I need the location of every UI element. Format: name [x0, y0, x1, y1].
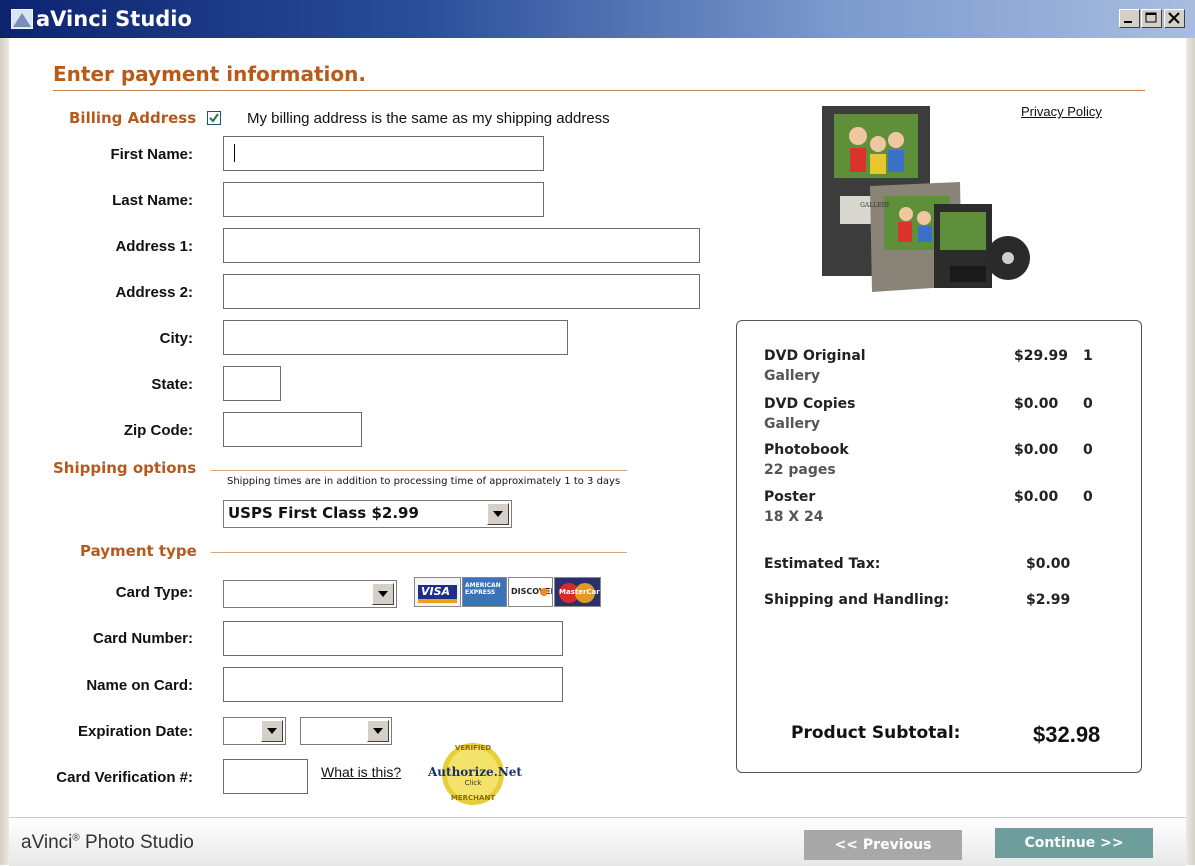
title-divider: [53, 90, 1145, 91]
city-field[interactable]: [223, 320, 568, 355]
shipping-selected-value: USPS First Class $2.99: [228, 504, 419, 522]
summary-item-sub: 18 X 24: [764, 509, 824, 525]
summary-item-price: $0.00: [1014, 442, 1059, 458]
what-is-this-link[interactable]: What is this?: [321, 764, 401, 780]
shipping-handling-value: $2.99: [1026, 592, 1071, 608]
continue-button[interactable]: Continue >>: [995, 828, 1153, 858]
exp-year-select[interactable]: [300, 717, 392, 745]
mastercard-logo: MasterCard: [554, 577, 601, 607]
checkmark-icon: [209, 113, 219, 123]
card-number-field[interactable]: [223, 621, 563, 656]
chevron-down-icon[interactable]: [372, 583, 394, 605]
estimated-tax-value: $0.00: [1026, 556, 1071, 572]
close-icon: [1168, 12, 1180, 24]
card-number-label: Card Number:: [92, 630, 193, 647]
app-icon: [11, 9, 33, 29]
shipping-divider: [211, 470, 627, 471]
maximize-button[interactable]: [1141, 9, 1162, 28]
visa-logo: VISA: [414, 577, 461, 607]
privacy-policy-link[interactable]: Privacy Policy: [1021, 104, 1102, 119]
page-title: Enter payment information.: [53, 62, 366, 86]
summary-item-name: DVD Copies: [764, 396, 856, 412]
billing-section-label: Billing Address: [69, 109, 197, 127]
amex-logo: AMERICAN EXPRESS: [462, 577, 507, 607]
chevron-down-icon[interactable]: [487, 503, 509, 525]
same-as-shipping-checkbox[interactable]: [207, 111, 221, 125]
card-type-select[interactable]: [223, 580, 397, 608]
address1-field[interactable]: [223, 228, 700, 263]
address2-field[interactable]: [223, 274, 700, 309]
estimated-tax-label: Estimated Tax:: [764, 556, 881, 572]
product-image: GALLERY: [810, 96, 1040, 308]
subtotal-label: Product Subtotal:: [791, 723, 961, 743]
name-on-card-field[interactable]: [223, 667, 563, 702]
window-title: aVinci Studio: [36, 7, 192, 31]
first-name-label: First Name:: [110, 146, 193, 163]
chevron-down-icon[interactable]: [261, 720, 283, 742]
summary-item-qty: 1: [1083, 348, 1093, 364]
summary-item-qty: 0: [1083, 442, 1093, 458]
same-as-shipping-label: My billing address is the same as my shi…: [247, 110, 610, 127]
summary-item-qty: 0: [1083, 396, 1093, 412]
zip-field[interactable]: [223, 412, 362, 447]
text-cursor: [234, 144, 235, 162]
summary-item-price: $0.00: [1014, 396, 1059, 412]
payment-section-label: Payment type: [80, 542, 197, 560]
state-label: State:: [151, 376, 193, 393]
summary-item-name: Poster: [764, 489, 816, 505]
summary-item-name: Photobook: [764, 442, 849, 458]
summary-item-price: $29.99: [1014, 348, 1069, 364]
summary-item-price: $0.00: [1014, 489, 1059, 505]
address2-label: Address 2:: [115, 284, 193, 301]
payment-divider: [211, 552, 627, 553]
subtotal-value: $32.98: [1033, 722, 1101, 747]
first-name-field[interactable]: [223, 136, 544, 171]
last-name-field[interactable]: [223, 182, 544, 217]
order-summary-panel: [736, 320, 1142, 773]
summary-item-name: DVD Original: [764, 348, 866, 364]
summary-item-sub: Gallery: [764, 416, 821, 432]
maximize-icon: [1145, 12, 1157, 23]
last-name-label: Last Name:: [112, 192, 193, 209]
exp-month-select[interactable]: [223, 717, 286, 745]
shipping-handling-label: Shipping and Handling:: [764, 592, 950, 608]
name-on-card-label: Name on Card:: [86, 677, 193, 694]
summary-item-sub: Gallery: [764, 368, 821, 384]
summary-item-sub: 22 pages: [764, 462, 836, 478]
summary-item-qty: 0: [1083, 489, 1093, 505]
expiration-label: Expiration Date:: [77, 723, 193, 740]
minimize-icon: [1124, 21, 1132, 23]
shipping-select[interactable]: USPS First Class $2.99: [223, 500, 512, 528]
discover-logo: DISCOVER: [508, 577, 553, 607]
previous-button[interactable]: << Previous: [804, 830, 962, 860]
city-label: City:: [159, 330, 193, 347]
address1-label: Address 1:: [115, 238, 193, 255]
minimize-button[interactable]: [1119, 9, 1140, 28]
authorize-net-badge[interactable]: VERIFIED Authorize.Net Click MERCHANT: [428, 741, 522, 807]
chevron-down-icon[interactable]: [367, 720, 389, 742]
zip-label: Zip Code:: [123, 422, 193, 439]
window-frame-right: [1186, 38, 1195, 865]
state-field[interactable]: [223, 366, 281, 401]
shipping-note: Shipping times are in addition to proces…: [227, 476, 621, 487]
card-type-label: Card Type:: [115, 584, 193, 601]
cvv-field[interactable]: [223, 759, 308, 794]
brand-logo: aVinci® Photo Studio: [21, 832, 194, 853]
cvv-label: Card Verification #:: [56, 769, 193, 786]
close-button[interactable]: [1164, 9, 1185, 28]
shipping-section-label: Shipping options: [53, 459, 197, 477]
